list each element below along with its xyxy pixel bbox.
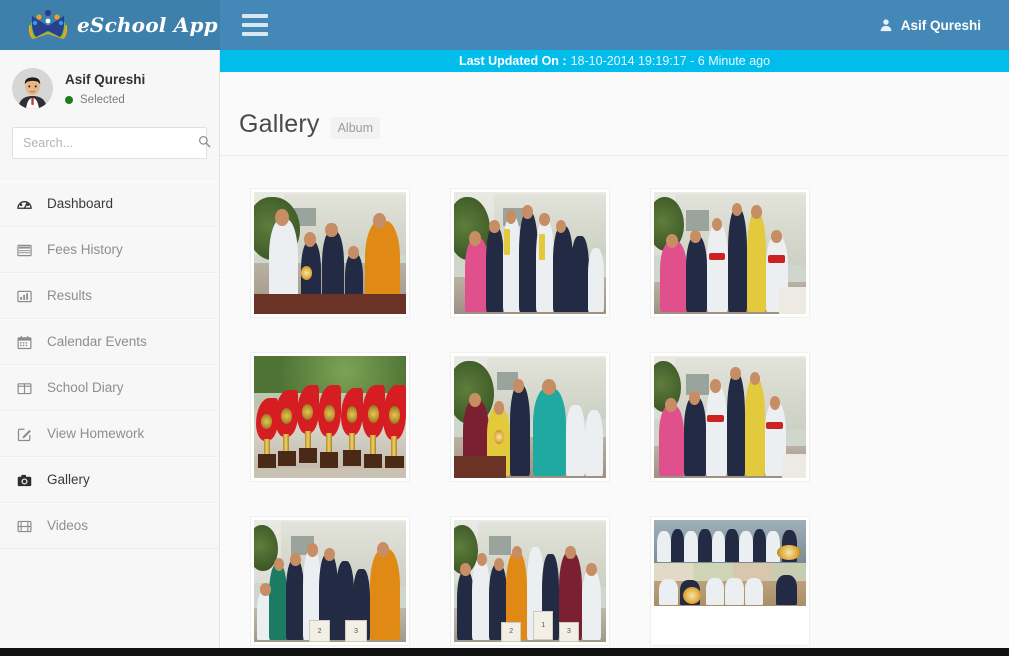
camera-icon: [14, 471, 34, 489]
header-user-name: Asif Qureshi: [901, 18, 981, 33]
gallery-thumbnail[interactable]: [450, 352, 610, 482]
gallery-thumbnail[interactable]: [650, 516, 810, 646]
sidebar-item-videos[interactable]: Videos: [0, 503, 219, 549]
hamburger-bar: [242, 14, 268, 18]
status-dot-icon: [65, 96, 73, 104]
sidebar-item-view-homework[interactable]: View Homework: [0, 411, 219, 457]
gallery-thumbnail[interactable]: [650, 188, 810, 318]
last-updated-value: 18-10-2014 19:19:17 - 6 Minute ago: [571, 54, 770, 68]
app-root: eSchool App Asif Qureshi Last Updated On…: [0, 0, 1009, 656]
hamburger-bar: [242, 23, 268, 27]
search-icon: [198, 135, 211, 151]
bottom-bar: [0, 648, 1009, 656]
page-header: Gallery Album: [220, 72, 1009, 156]
page-title: Gallery: [239, 110, 320, 139]
sidebar-item-label: View Homework: [47, 426, 144, 442]
hamburger-bar: [242, 32, 268, 36]
header-user-menu[interactable]: Asif Qureshi: [879, 18, 981, 33]
top-header: eSchool App Asif Qureshi: [0, 0, 1009, 50]
gallery-image: [654, 356, 806, 478]
gallery-image: [454, 192, 606, 314]
gallery-thumbnail[interactable]: 2 3: [250, 516, 410, 646]
gallery-thumbnail[interactable]: [650, 352, 810, 482]
sidebar-item-gallery[interactable]: Gallery: [0, 457, 219, 503]
hamburger-menu-icon[interactable]: [242, 14, 268, 36]
gallery-image: [254, 192, 406, 314]
status-text: Selected: [80, 94, 125, 106]
sidebar-item-label: Fees History: [47, 242, 123, 258]
podium-block: 2: [501, 622, 521, 642]
sidebar-item-label: Dashboard: [47, 196, 113, 212]
sidebar-item-label: Results: [47, 288, 92, 304]
brand-name: eSchool App: [77, 13, 218, 37]
open-book-logo: [26, 8, 70, 42]
bar-chart-icon: [14, 287, 34, 305]
gallery-thumbnail[interactable]: 2 1 3: [450, 516, 610, 646]
sidebar: Asif Qureshi Selected: [0, 50, 220, 656]
podium-block: 1: [533, 611, 553, 640]
gallery-image: [654, 520, 806, 606]
page-subtitle: Album: [331, 117, 380, 139]
sidebar-nav: Dashboard Fees History: [0, 181, 219, 549]
podium-block: 3: [345, 620, 367, 642]
pencil-square-icon: [14, 425, 34, 443]
profile-meta: Asif Qureshi Selected: [65, 72, 145, 106]
search-box[interactable]: [12, 127, 207, 159]
sidebar-item-results[interactable]: Results: [0, 273, 219, 319]
calendar-icon: [14, 333, 34, 351]
sidebar-item-label: Gallery: [47, 472, 90, 488]
dashboard-icon: [14, 195, 34, 213]
sidebar-item-label: Calendar Events: [47, 334, 147, 350]
gallery-image: [454, 356, 606, 478]
sidebar-item-school-diary[interactable]: School Diary: [0, 365, 219, 411]
gallery-image: 2 1 3: [454, 520, 606, 642]
gallery-thumbnail[interactable]: [250, 188, 410, 318]
sidebar-item-fees-history[interactable]: Fees History: [0, 227, 219, 273]
sidebar-item-label: Videos: [47, 518, 88, 534]
brand-area[interactable]: eSchool App: [0, 0, 220, 50]
gallery-thumbnail[interactable]: [250, 352, 410, 482]
gallery-image: [254, 356, 406, 478]
main-content: Gallery Album: [220, 72, 1009, 656]
last-updated-label: Last Updated On :: [459, 54, 567, 68]
podium-block: 3: [559, 622, 579, 642]
user-avatar-icon: [879, 18, 893, 32]
gallery-image: [654, 192, 806, 314]
sidebar-item-dashboard[interactable]: Dashboard: [0, 181, 219, 227]
gallery-grid: 2 3: [220, 156, 1009, 656]
search-button[interactable]: [192, 128, 217, 158]
gallery-image: 2 3: [254, 520, 406, 642]
podium-block: 2: [309, 620, 331, 642]
film-icon: [14, 517, 34, 535]
search-input[interactable]: [13, 128, 192, 158]
status-badge: Selected: [65, 94, 145, 106]
sidebar-item-calendar-events[interactable]: Calendar Events: [0, 319, 219, 365]
sidebar-profile[interactable]: Asif Qureshi Selected: [0, 50, 219, 121]
avatar: [12, 68, 53, 109]
table-icon: [14, 241, 34, 259]
sidebar-item-label: School Diary: [47, 380, 124, 396]
columns-icon: [14, 379, 34, 397]
profile-name: Asif Qureshi: [65, 72, 145, 88]
last-updated-bar: Last Updated On : 18-10-2014 19:19:17 - …: [220, 50, 1009, 72]
gallery-thumbnail[interactable]: [450, 188, 610, 318]
